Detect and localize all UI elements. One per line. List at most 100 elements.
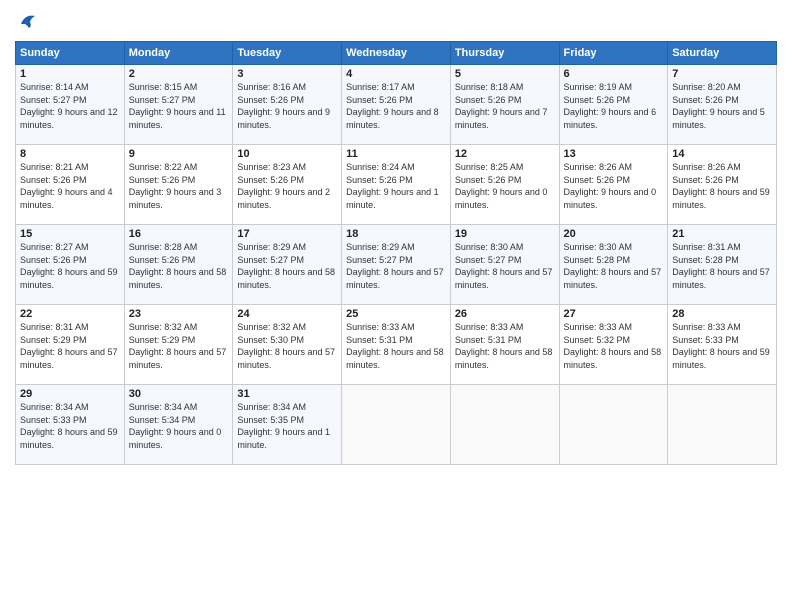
day-cell: 28Sunrise: 8:33 AMSunset: 5:33 PMDayligh…	[668, 305, 777, 385]
day-cell: 9Sunrise: 8:22 AMSunset: 5:26 PMDaylight…	[124, 145, 233, 225]
day-detail: Sunrise: 8:33 AMSunset: 5:31 PMDaylight:…	[346, 322, 444, 370]
day-detail: Sunrise: 8:29 AMSunset: 5:27 PMDaylight:…	[346, 242, 444, 290]
day-cell: 1 Sunrise: 8:14 AMSunset: 5:27 PMDaylight…	[16, 65, 125, 145]
day-cell: 10Sunrise: 8:23 AMSunset: 5:26 PMDayligh…	[233, 145, 342, 225]
column-header-sunday: Sunday	[16, 42, 125, 65]
column-header-thursday: Thursday	[450, 42, 559, 65]
day-detail: Sunrise: 8:27 AMSunset: 5:26 PMDaylight:…	[20, 242, 118, 290]
day-cell: 7 Sunrise: 8:20 AMSunset: 5:26 PMDaylight…	[668, 65, 777, 145]
day-number: 18	[346, 228, 446, 240]
week-row-1: 1 Sunrise: 8:14 AMSunset: 5:27 PMDaylight…	[16, 65, 777, 145]
column-header-saturday: Saturday	[668, 42, 777, 65]
day-detail: Sunrise: 8:15 AMSunset: 5:27 PMDaylight:…	[129, 82, 226, 130]
day-detail: Sunrise: 8:17 AMSunset: 5:26 PMDaylight:…	[346, 82, 439, 130]
day-detail: Sunrise: 8:31 AMSunset: 5:29 PMDaylight:…	[20, 322, 118, 370]
column-header-wednesday: Wednesday	[342, 42, 451, 65]
day-detail: Sunrise: 8:33 AMSunset: 5:32 PMDaylight:…	[564, 322, 662, 370]
day-cell: 12 Sunrise: 8:25 AMSunset: 5:26 PMDayligh…	[450, 145, 559, 225]
day-detail: Sunrise: 8:21 AMSunset: 5:26 PMDaylight:…	[20, 162, 113, 210]
day-number: 4	[346, 68, 446, 80]
day-number: 13	[564, 148, 664, 160]
day-cell: 2 Sunrise: 8:15 AMSunset: 5:27 PMDaylight…	[124, 65, 233, 145]
day-number: 9	[129, 148, 229, 160]
day-number: 31	[237, 388, 337, 400]
day-number: 19	[455, 228, 555, 240]
day-cell	[668, 385, 777, 465]
column-header-tuesday: Tuesday	[233, 42, 342, 65]
day-cell: 19 Sunrise: 8:30 AMSunset: 5:27 PMDayligh…	[450, 225, 559, 305]
day-detail: Sunrise: 8:31 AMSunset: 5:28 PMDaylight:…	[672, 242, 770, 290]
week-row-5: 29 Sunrise: 8:34 AMSunset: 5:33 PMDayligh…	[16, 385, 777, 465]
day-number: 27	[564, 308, 664, 320]
day-cell: 30 Sunrise: 8:34 AMSunset: 5:34 PMDayligh…	[124, 385, 233, 465]
day-cell: 8 Sunrise: 8:21 AMSunset: 5:26 PMDaylight…	[16, 145, 125, 225]
day-number: 25	[346, 308, 446, 320]
day-cell	[450, 385, 559, 465]
day-cell: 4 Sunrise: 8:17 AMSunset: 5:26 PMDaylight…	[342, 65, 451, 145]
logo-bird-icon	[17, 10, 39, 32]
day-detail: Sunrise: 8:30 AMSunset: 5:28 PMDaylight:…	[564, 242, 662, 290]
day-detail: Sunrise: 8:29 AMSunset: 5:27 PMDaylight:…	[237, 242, 335, 290]
day-detail: Sunrise: 8:32 AMSunset: 5:29 PMDaylight:…	[129, 322, 227, 370]
day-detail: Sunrise: 8:19 AMSunset: 5:26 PMDaylight:…	[564, 82, 657, 130]
day-cell: 29 Sunrise: 8:34 AMSunset: 5:33 PMDayligh…	[16, 385, 125, 465]
day-cell: 6 Sunrise: 8:19 AMSunset: 5:26 PMDaylight…	[559, 65, 668, 145]
day-number: 16	[129, 228, 229, 240]
day-number: 1	[20, 68, 120, 80]
day-detail: Sunrise: 8:20 AMSunset: 5:26 PMDaylight:…	[672, 82, 765, 130]
day-cell	[559, 385, 668, 465]
day-detail: Sunrise: 8:33 AMSunset: 5:31 PMDaylight:…	[455, 322, 553, 370]
day-detail: Sunrise: 8:34 AMSunset: 5:34 PMDaylight:…	[129, 402, 222, 450]
day-cell	[342, 385, 451, 465]
day-number: 17	[237, 228, 337, 240]
calendar-container: SundayMondayTuesdayWednesdayThursdayFrid…	[0, 0, 792, 475]
week-row-4: 22 Sunrise: 8:31 AMSunset: 5:29 PMDayligh…	[16, 305, 777, 385]
day-number: 29	[20, 388, 120, 400]
day-cell: 21 Sunrise: 8:31 AMSunset: 5:28 PMDayligh…	[668, 225, 777, 305]
day-cell: 17 Sunrise: 8:29 AMSunset: 5:27 PMDayligh…	[233, 225, 342, 305]
day-number: 15	[20, 228, 120, 240]
day-number: 8	[20, 148, 120, 160]
day-number: 21	[672, 228, 772, 240]
day-cell: 13 Sunrise: 8:26 AMSunset: 5:26 PMDayligh…	[559, 145, 668, 225]
day-detail: Sunrise: 8:25 AMSunset: 5:26 PMDaylight:…	[455, 162, 548, 210]
day-number: 20	[564, 228, 664, 240]
day-detail: Sunrise: 8:30 AMSunset: 5:27 PMDaylight:…	[455, 242, 553, 290]
day-detail: Sunrise: 8:14 AMSunset: 5:27 PMDaylight:…	[20, 82, 118, 130]
day-number: 11	[346, 148, 446, 160]
day-cell: 20 Sunrise: 8:30 AMSunset: 5:28 PMDayligh…	[559, 225, 668, 305]
day-cell: 23 Sunrise: 8:32 AMSunset: 5:29 PMDayligh…	[124, 305, 233, 385]
day-of-week-row: SundayMondayTuesdayWednesdayThursdayFrid…	[16, 42, 777, 65]
day-number: 2	[129, 68, 229, 80]
day-cell: 5 Sunrise: 8:18 AMSunset: 5:26 PMDaylight…	[450, 65, 559, 145]
day-number: 22	[20, 308, 120, 320]
logo	[15, 10, 39, 33]
day-cell: 26 Sunrise: 8:33 AMSunset: 5:31 PMDayligh…	[450, 305, 559, 385]
calendar-table: SundayMondayTuesdayWednesdayThursdayFrid…	[15, 41, 777, 465]
day-detail: Sunrise: 8:28 AMSunset: 5:26 PMDaylight:…	[129, 242, 227, 290]
week-row-2: 8 Sunrise: 8:21 AMSunset: 5:26 PMDaylight…	[16, 145, 777, 225]
day-number: 23	[129, 308, 229, 320]
day-detail: Sunrise: 8:26 AMSunset: 5:26 PMDaylight:…	[564, 162, 657, 210]
day-number: 6	[564, 68, 664, 80]
day-detail: Sunrise: 8:16 AMSunset: 5:26 PMDaylight:…	[237, 82, 330, 130]
day-number: 3	[237, 68, 337, 80]
day-number: 5	[455, 68, 555, 80]
day-cell: 25 Sunrise: 8:33 AMSunset: 5:31 PMDayligh…	[342, 305, 451, 385]
day-detail: Sunrise: 8:34 AMSunset: 5:33 PMDaylight:…	[20, 402, 118, 450]
column-header-monday: Monday	[124, 42, 233, 65]
day-detail: Sunrise: 8:33 AMSunset: 5:33 PMDaylight:…	[672, 322, 770, 370]
day-cell: 24Sunrise: 8:32 AMSunset: 5:30 PMDayligh…	[233, 305, 342, 385]
day-detail: Sunrise: 8:26 AMSunset: 5:26 PMDaylight:…	[672, 162, 770, 210]
day-cell: 27 Sunrise: 8:33 AMSunset: 5:32 PMDayligh…	[559, 305, 668, 385]
day-number: 10	[237, 148, 337, 160]
day-number: 14	[672, 148, 772, 160]
day-number: 12	[455, 148, 555, 160]
day-number: 30	[129, 388, 229, 400]
day-number: 7	[672, 68, 772, 80]
column-header-friday: Friday	[559, 42, 668, 65]
day-cell: 31 Sunrise: 8:34 AMSunset: 5:35 PMDayligh…	[233, 385, 342, 465]
day-detail: Sunrise: 8:34 AMSunset: 5:35 PMDaylight:…	[237, 402, 330, 450]
day-number: 26	[455, 308, 555, 320]
day-detail: Sunrise: 8:18 AMSunset: 5:26 PMDaylight:…	[455, 82, 548, 130]
